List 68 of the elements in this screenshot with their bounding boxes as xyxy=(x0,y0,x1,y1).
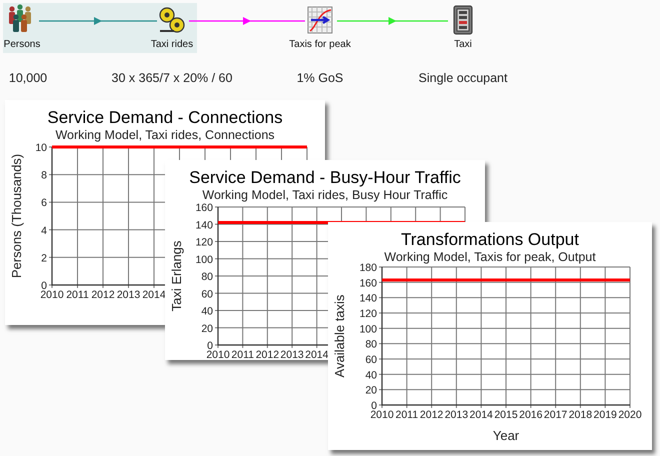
axis-tick-label: 2010 xyxy=(40,289,64,301)
axis-title: Persons (Thousands) xyxy=(9,154,24,278)
gears-icon[interactable] xyxy=(159,7,185,33)
graph-icon[interactable] xyxy=(308,6,332,34)
axis-tick-label: 60 xyxy=(365,354,377,366)
axis-tick-label: 2011 xyxy=(231,349,254,360)
axis-tick-label: 140 xyxy=(195,219,213,232)
chart-title: Service Demand - Busy-Hour Traffic xyxy=(189,168,461,187)
axis-tick-label: 80 xyxy=(365,338,377,351)
axis-tick-label: 2013 xyxy=(280,349,304,360)
cabinet-icon[interactable] xyxy=(454,6,472,34)
axis-tick-label: 2 xyxy=(41,252,47,264)
axis-tick-label: 8 xyxy=(41,170,47,182)
axis-tick-label: 2010 xyxy=(206,349,230,360)
axis-tick-label: 2019 xyxy=(594,409,617,421)
axis-tick-label: 0 xyxy=(371,400,377,412)
axis-tick-label: 20 xyxy=(201,322,213,335)
axis-tick-label: 2012 xyxy=(91,289,115,301)
axis-tick-label: 140 xyxy=(359,292,377,305)
parameter-value: 30 x 365/7 x 20% / 60 xyxy=(112,71,232,85)
axis-tick-label: 2011 xyxy=(66,289,89,301)
axis-tick-label: 2015 xyxy=(494,409,518,421)
axis-title: Available taxis xyxy=(332,294,347,378)
axis-tick-label: 2020 xyxy=(618,409,642,421)
parameter-value: 10,000 xyxy=(8,71,48,85)
axis-tick-label: 2013 xyxy=(444,409,468,421)
axis-tick-label: 160 xyxy=(195,202,213,214)
chart-subtitle: Working Model, Taxi rides, Connections xyxy=(55,128,275,142)
axis-tick-label: 60 xyxy=(201,288,213,300)
axis-tick-label: 0 xyxy=(207,340,213,352)
chart-subtitle: Working Model, Taxi rides, Busy Hour Traffic xyxy=(202,188,448,202)
axis-tick-label: 120 xyxy=(359,308,377,320)
node-label: Taxi xyxy=(454,39,472,50)
node-label: Taxi rides xyxy=(150,39,194,50)
axis-tick-label: 2011 xyxy=(396,409,418,421)
axis-tick-label: 40 xyxy=(365,369,377,382)
axis-tick-label: 2014 xyxy=(142,289,166,301)
axis-tick-label: 2017 xyxy=(544,409,568,421)
axis-tick-label: 2012 xyxy=(420,409,444,421)
axis-tick-label: 180 xyxy=(359,262,377,274)
parameter-value: 1% GoS xyxy=(296,71,344,85)
axis-tick-label: 0 xyxy=(41,280,47,292)
axis-tick-label: 4 xyxy=(41,224,47,237)
node-label: Persons xyxy=(4,39,40,50)
axis-tick-label: 40 xyxy=(201,306,213,318)
node-label: Taxis for peak xyxy=(289,39,351,50)
axis-title: Year xyxy=(492,428,520,443)
axis-tick-label: 2010 xyxy=(370,409,394,421)
axis-tick-label: 2016 xyxy=(519,409,542,421)
axis-tick-label: 6 xyxy=(41,197,47,210)
axis-tick-label: 120 xyxy=(195,236,213,248)
axis-tick-label: 2014 xyxy=(470,409,493,421)
parameter-value: Single occupant xyxy=(418,71,508,85)
axis-tick-label: 80 xyxy=(201,271,213,283)
chart-subtitle: Working Model, Taxis for peak, Output xyxy=(384,250,596,264)
axis-tick-label: 100 xyxy=(195,254,213,266)
axis-tick-label: 2012 xyxy=(256,349,280,360)
axis-tick-label: 100 xyxy=(359,323,377,336)
axis-tick-label: 2018 xyxy=(568,409,592,421)
chart-title: Service Demand - Connections xyxy=(47,108,283,127)
axis-tick-label: 160 xyxy=(359,277,377,290)
axis-tick-label: 2014 xyxy=(305,349,328,360)
people-icon[interactable] xyxy=(9,4,31,32)
axis-title: Taxi Erlangs xyxy=(169,240,184,312)
chart-title: Transformations Output xyxy=(401,230,579,249)
axis-tick-label: 10 xyxy=(35,142,47,154)
axis-tick-label: 2013 xyxy=(116,289,140,301)
axis-tick-label: 20 xyxy=(365,384,377,397)
